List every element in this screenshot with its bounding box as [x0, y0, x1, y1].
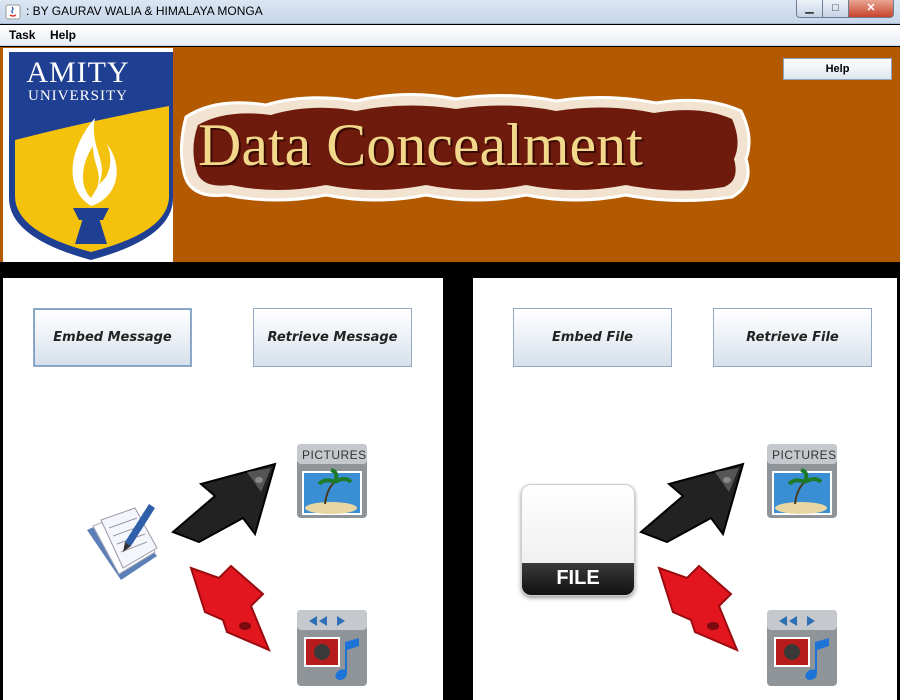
menu-help[interactable]: Help	[50, 28, 76, 42]
red-cursor-arrow-icon	[657, 564, 739, 652]
close-icon: ✕	[866, 2, 876, 14]
maximize-button[interactable]: □	[823, 0, 849, 18]
file-label: FILE	[556, 567, 600, 589]
media-folder-icon	[767, 610, 837, 686]
black-cursor-arrow-icon	[639, 462, 745, 543]
pictures-label: PICTURES	[302, 448, 367, 462]
embed-message-button[interactable]: Embed Message	[33, 308, 192, 367]
media-folder-icon	[297, 610, 367, 686]
menu-bar: Task Help	[0, 25, 900, 46]
retrieve-message-button[interactable]: Retrieve Message	[253, 308, 412, 367]
help-button[interactable]: Help	[783, 58, 892, 80]
app-title: Data Concealment	[198, 112, 643, 178]
document-pen-icon	[87, 504, 158, 580]
amity-logo: AMITY UNIVERSITY	[3, 48, 173, 262]
red-cursor-arrow-icon	[189, 564, 271, 652]
java-app-icon	[5, 4, 21, 20]
embed-file-button[interactable]: Embed File	[513, 308, 672, 367]
file-icon: FILE	[521, 484, 635, 596]
window-title: : BY GAURAV WALIA & HIMALAYA MONGA	[26, 4, 263, 18]
header-banner: AMITY UNIVERSITY Help Data Concealment	[0, 47, 900, 262]
close-button[interactable]: ✕	[849, 0, 894, 18]
minimize-icon: ▁	[805, 2, 814, 14]
retrieve-file-button[interactable]: Retrieve File	[713, 308, 872, 367]
logo-text-amity: AMITY	[26, 56, 130, 89]
file-panel: Embed File Retrieve File FILE PICTURES	[473, 278, 897, 700]
minimize-button[interactable]: ▁	[796, 0, 823, 18]
window-title-bar: : BY GAURAV WALIA & HIMALAYA MONGA ▁ □ ✕	[0, 0, 900, 24]
black-cursor-arrow-icon	[171, 462, 277, 543]
maximize-icon: □	[832, 2, 839, 14]
logo-text-university: UNIVERSITY	[28, 88, 128, 104]
pictures-label: PICTURES	[772, 448, 837, 462]
menu-task[interactable]: Task	[9, 28, 35, 42]
message-panel: Embed Message Retrieve Message PICTURES	[3, 278, 443, 700]
